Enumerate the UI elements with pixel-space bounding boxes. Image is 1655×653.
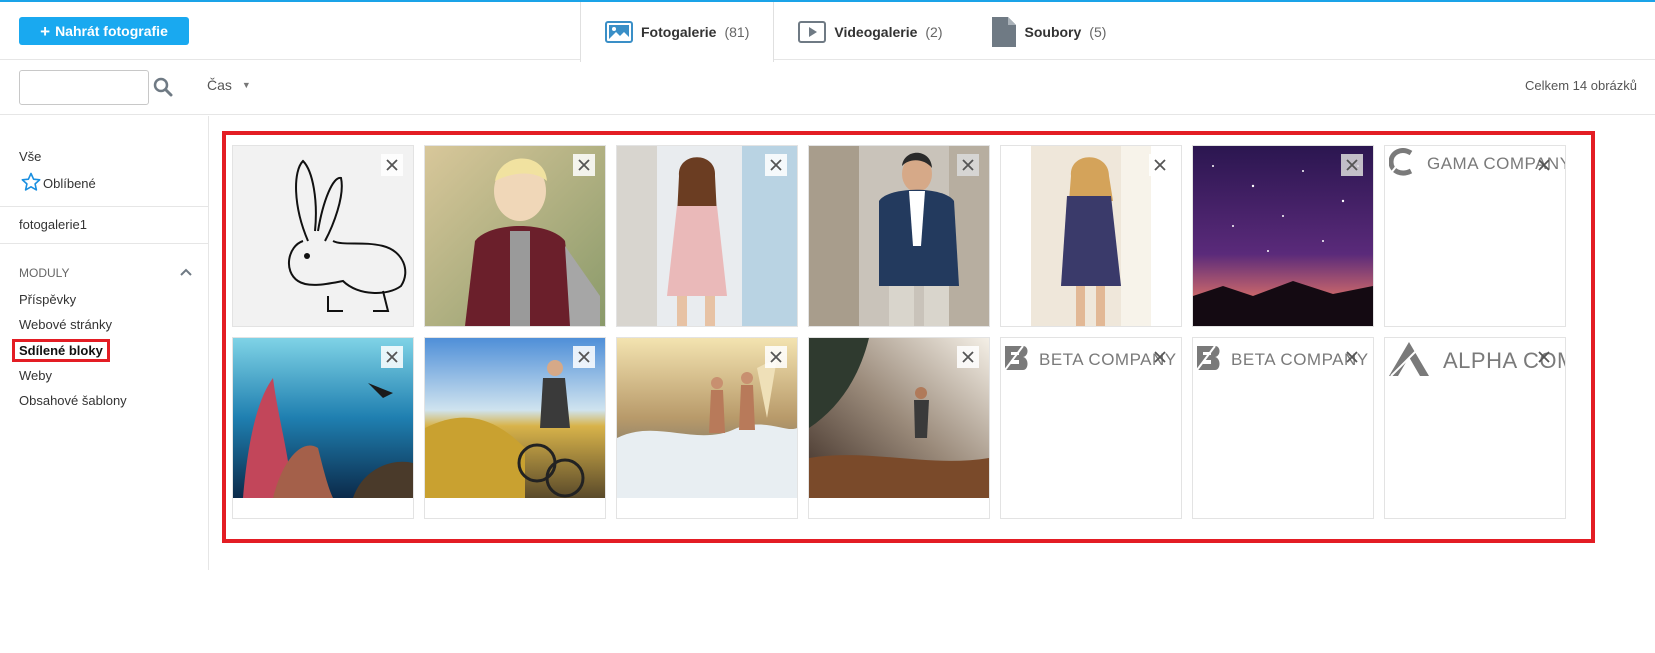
beta-logo-mark — [1195, 344, 1221, 377]
close-icon[interactable] — [573, 154, 595, 176]
sidebar-item-favorites[interactable]: Oblíbené — [21, 172, 96, 195]
plus-icon: + — [40, 21, 51, 41]
tab-photogallery-label: Fotogalerie — [641, 24, 717, 40]
star-icon — [21, 172, 41, 195]
sidebar-divider — [0, 206, 208, 207]
video-icon — [798, 20, 827, 43]
tab-photogallery-count: (81) — [724, 24, 750, 40]
thumbnail-card[interactable] — [424, 145, 606, 327]
sidebar-item-shared-blocks[interactable]: Sdílené bloky — [12, 339, 110, 362]
thumbnail-card[interactable]: BETA COMPANY — [1192, 337, 1374, 519]
gama-logo-mark — [1388, 148, 1415, 181]
total-count: Celkem 14 obrázků — [1525, 78, 1637, 93]
alpha-logo-mark — [1387, 340, 1431, 383]
thumbnail-card[interactable] — [232, 337, 414, 519]
upload-photos-button[interactable]: + Nahrát fotografie — [19, 17, 189, 45]
sidebar-item-gallery[interactable]: fotogalerie1 — [19, 217, 87, 232]
close-icon[interactable] — [957, 154, 979, 176]
tab-photogallery[interactable]: Fotogalerie (81) — [580, 2, 775, 62]
tab-files-label: Soubory — [1024, 23, 1082, 40]
beta-logo-mark — [1003, 344, 1029, 377]
thumbnail-card[interactable] — [424, 337, 606, 519]
thumbnail-grid: GAMA COMPANY BETA COMPANY BETA COMPANY A… — [232, 145, 1568, 521]
thumbnail-card[interactable]: BETA COMPANY — [1000, 337, 1182, 519]
close-icon[interactable] — [765, 346, 787, 368]
favorites-label: Oblíbené — [43, 176, 96, 191]
close-icon[interactable] — [1149, 154, 1171, 176]
thumbnail-card[interactable]: ALPHA COMPANY — [1384, 337, 1566, 519]
tab-files[interactable]: Soubory (5) — [967, 2, 1131, 61]
close-icon[interactable] — [573, 346, 595, 368]
sidebar-divider — [0, 243, 208, 244]
thumbnail-card[interactable] — [616, 337, 798, 519]
sidebar-item-content-templates[interactable]: Obsahové šablony — [19, 393, 127, 408]
thumbnail-card[interactable] — [232, 145, 414, 327]
thumbnail-card[interactable] — [1192, 145, 1374, 327]
chevron-up-icon — [179, 266, 193, 280]
image-icon — [605, 21, 633, 43]
close-icon[interactable] — [1533, 154, 1555, 176]
sidebar: Vše Oblíbené fotogalerie1 MODULY Příspěv… — [0, 116, 209, 570]
tab-videogallery-count: (2) — [925, 23, 943, 40]
close-icon[interactable] — [381, 154, 403, 176]
search-icon[interactable] — [153, 77, 173, 102]
sort-dropdown[interactable]: Čas ▼ — [207, 77, 251, 93]
sidebar-item-posts[interactable]: Příspěvky — [19, 292, 76, 307]
upload-photos-label: Nahrát fotografie — [55, 23, 168, 39]
thumbnail-card[interactable] — [1000, 145, 1182, 327]
file-icon — [991, 16, 1017, 48]
tab-files-count: (5) — [1089, 23, 1107, 40]
close-icon[interactable] — [381, 346, 403, 368]
tab-videogallery-label: Videogalerie — [834, 23, 918, 40]
close-icon[interactable] — [957, 346, 979, 368]
modules-heading: MODULY — [19, 266, 70, 280]
thumbnail-card[interactable] — [616, 145, 798, 327]
caret-down-icon: ▼ — [241, 80, 251, 90]
close-icon[interactable] — [1533, 346, 1555, 368]
close-icon[interactable] — [1341, 154, 1363, 176]
close-icon[interactable] — [1149, 346, 1171, 368]
filter-toolbar: Čas ▼ Celkem 14 obrázků — [0, 60, 1655, 115]
sidebar-item-webpages[interactable]: Webové stránky — [19, 317, 112, 332]
close-icon[interactable] — [765, 154, 787, 176]
thumbnail-card[interactable]: GAMA COMPANY — [1384, 145, 1566, 327]
modules-header[interactable]: MODULY — [19, 266, 193, 280]
media-tabs: Fotogalerie (81) Videogalerie (2) Soubor… — [580, 2, 1131, 62]
search-input[interactable] — [19, 70, 149, 105]
tab-videogallery[interactable]: Videogalerie (2) — [774, 2, 966, 61]
sort-label: Čas — [207, 77, 232, 93]
thumbnail-card[interactable] — [808, 337, 990, 519]
close-icon[interactable] — [1341, 346, 1363, 368]
sidebar-item-all[interactable]: Vše — [19, 149, 41, 164]
header-bar: + Nahrát fotografie Fotogalerie (81) Vid… — [0, 2, 1655, 62]
sidebar-item-webs[interactable]: Weby — [19, 368, 52, 383]
thumbnail-card[interactable] — [808, 145, 990, 327]
